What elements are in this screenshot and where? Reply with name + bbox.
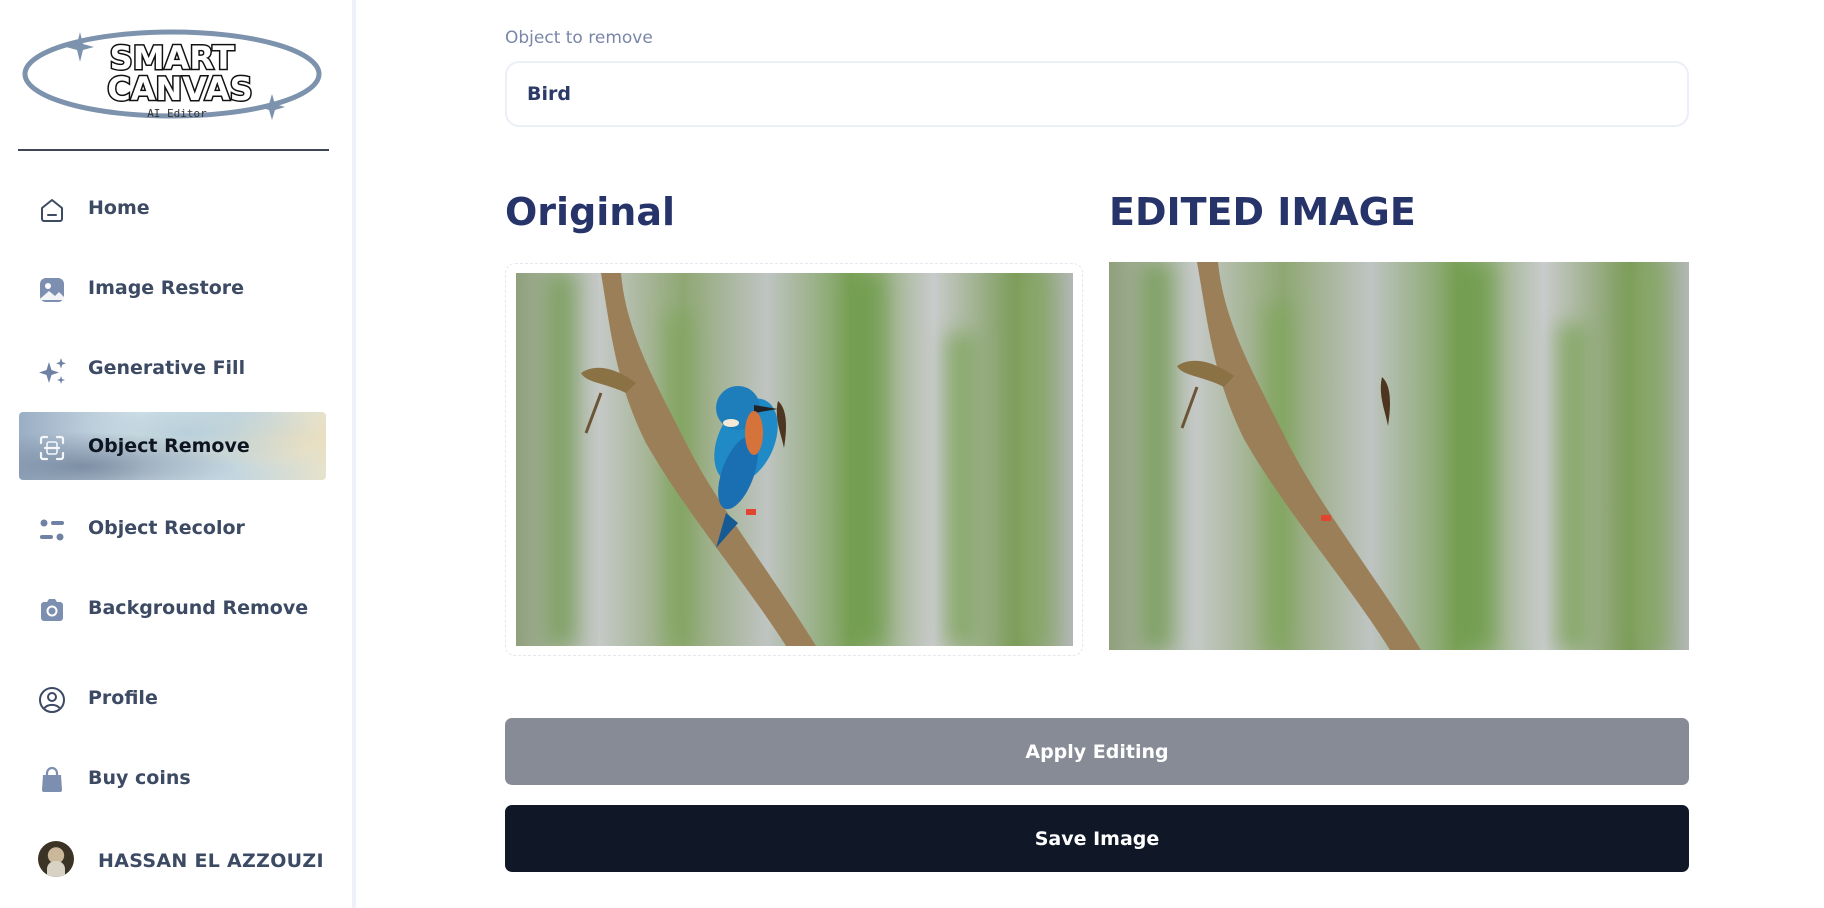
sidebar-item-label: Object Recolor [88,517,245,539]
sidebar-item-label: Buy coins [88,767,191,789]
object-field-label: Object to remove [505,28,653,48]
original-title: Original [505,190,676,234]
sidebar-item-image-restore[interactable]: Image Restore [19,254,326,322]
home-icon [38,196,66,224]
shopping-bag-icon [38,766,66,794]
object-input[interactable] [505,61,1689,127]
sidebar-item-label: Object Remove [88,435,250,457]
logo-tagline: AI Editor [147,107,207,120]
avatar [38,841,74,877]
logo-divider [18,149,329,151]
apply-editing-button[interactable]: Apply Editing [505,718,1689,785]
sidebar-item-label: Profile [88,687,158,709]
edited-image [1109,262,1689,650]
sidebar-item-object-recolor[interactable]: Object Recolor [19,494,326,562]
sidebar-item-label: Generative Fill [88,357,246,379]
sidebar-item-object-remove[interactable]: Object Remove [19,412,326,480]
logo-line2: CANVAS [107,70,252,108]
logo-graphic: SMART CANVAS AI Editor [22,29,322,120]
sparkles-icon [38,356,66,384]
sidebar: SMART CANVAS AI Editor Home Image Restor… [0,0,356,908]
user-circle-icon [38,686,66,714]
edited-title: EDITED IMAGE [1109,190,1416,234]
sidebar-item-generative-fill[interactable]: Generative Fill [19,334,326,402]
save-image-button[interactable]: Save Image [505,805,1689,872]
sidebar-item-background-remove[interactable]: Background Remove [19,574,326,642]
user-name: HASSAN EL AZZOUZI [98,850,324,872]
sidebar-item-label: Image Restore [88,277,245,299]
sidebar-item-label: Background Remove [88,597,309,619]
scan-icon [38,434,66,462]
sliders-icon [38,516,66,544]
image-icon [38,276,66,304]
original-image [516,273,1073,646]
sidebar-item-home[interactable]: Home [19,174,326,242]
user-profile-row[interactable]: HASSAN EL AZZOUZI [19,834,326,888]
app-logo[interactable]: SMART CANVAS AI Editor [22,24,322,126]
sidebar-item-buy-coins[interactable]: Buy coins [19,744,326,812]
camera-icon [38,596,66,624]
sidebar-item-profile[interactable]: Profile [19,664,326,732]
sidebar-item-label: Home [88,197,150,219]
